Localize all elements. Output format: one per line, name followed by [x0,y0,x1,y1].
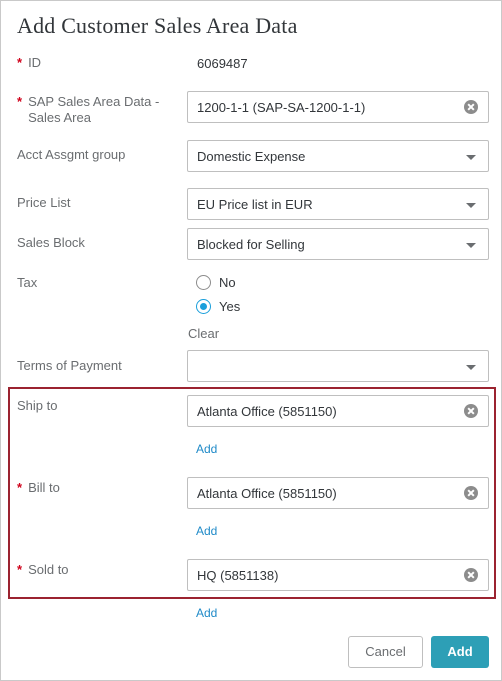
sold-to-field[interactable]: HQ (5851138) [187,559,489,591]
required-marker: * [17,562,23,577]
clear-icon[interactable] [464,100,478,114]
tax-radio-yes[interactable]: Yes [196,299,240,314]
tax-radio-yes-label: Yes [219,299,241,314]
bill-to-value: Atlanta Office (5851150) [197,486,337,501]
sales-block-value: Blocked for Selling [197,237,305,252]
caret-down-icon[interactable] [466,243,476,248]
price-list-label: Price List [17,195,71,210]
acct-assgmt-group-value: Domestic Expense [197,149,306,164]
sold-to-label-text: Sold to [28,562,69,577]
ship-to-label: Ship to [17,398,58,413]
ship-to-add-link[interactable]: Add [196,442,217,456]
sold-to-label: * Sold to [17,562,69,578]
caret-down-icon[interactable] [466,155,476,160]
acct-assgmt-group-label: Acct Assgmt group [17,147,126,162]
terms-of-payment-label: Terms of Payment [17,358,122,373]
acct-assgmt-group-select[interactable]: Domestic Expense [187,140,489,172]
price-list-value: EU Price list in EUR [197,197,313,212]
id-label: * ID [17,55,41,71]
bill-to-label-text: Bill to [28,480,60,495]
caret-down-icon[interactable] [466,203,476,208]
price-list-select[interactable]: EU Price list in EUR [187,188,489,220]
sales-block-label: Sales Block [17,235,85,250]
add-customer-sales-area-dialog: Add Customer Sales Area Data * ID 6069487… [0,0,502,681]
tax-clear-link[interactable]: Clear [188,326,219,341]
id-label-text: ID [28,55,42,70]
sales-area-label: * SAP Sales Area Data - Sales Area [17,94,182,126]
sales-block-select[interactable]: Blocked for Selling [187,228,489,260]
clear-icon[interactable] [464,404,478,418]
tax-radio-no[interactable]: No [196,275,236,290]
sales-area-value: 1200-1-1 (SAP-SA-1200-1-1) [197,100,366,115]
sold-to-value: HQ (5851138) [197,568,279,583]
radio-circle[interactable] [196,299,211,314]
sales-area-label-text: SAP Sales Area Data - Sales Area [28,94,160,125]
terms-of-payment-select[interactable] [187,350,489,382]
ship-to-value: Atlanta Office (5851150) [197,404,337,419]
caret-down-icon[interactable] [466,365,476,370]
required-marker: * [17,480,23,495]
dialog-title: Add Customer Sales Area Data [17,13,298,38]
tax-radio-no-label: No [219,275,236,290]
radio-circle[interactable] [196,275,211,290]
clear-icon[interactable] [464,568,478,582]
tax-label: Tax [17,275,38,290]
required-marker: * [17,94,23,109]
clear-icon[interactable] [464,486,478,500]
add-button[interactable]: Add [431,636,489,668]
ship-to-field[interactable]: Atlanta Office (5851150) [187,395,489,427]
cancel-button[interactable]: Cancel [348,636,423,668]
required-marker: * [17,55,23,70]
sold-to-add-link[interactable]: Add [196,606,217,620]
id-value: 6069487 [197,56,248,71]
bill-to-field[interactable]: Atlanta Office (5851150) [187,477,489,509]
bill-to-add-link[interactable]: Add [196,524,217,538]
bill-to-label: * Bill to [17,480,60,496]
sales-area-field[interactable]: 1200-1-1 (SAP-SA-1200-1-1) [187,91,489,123]
